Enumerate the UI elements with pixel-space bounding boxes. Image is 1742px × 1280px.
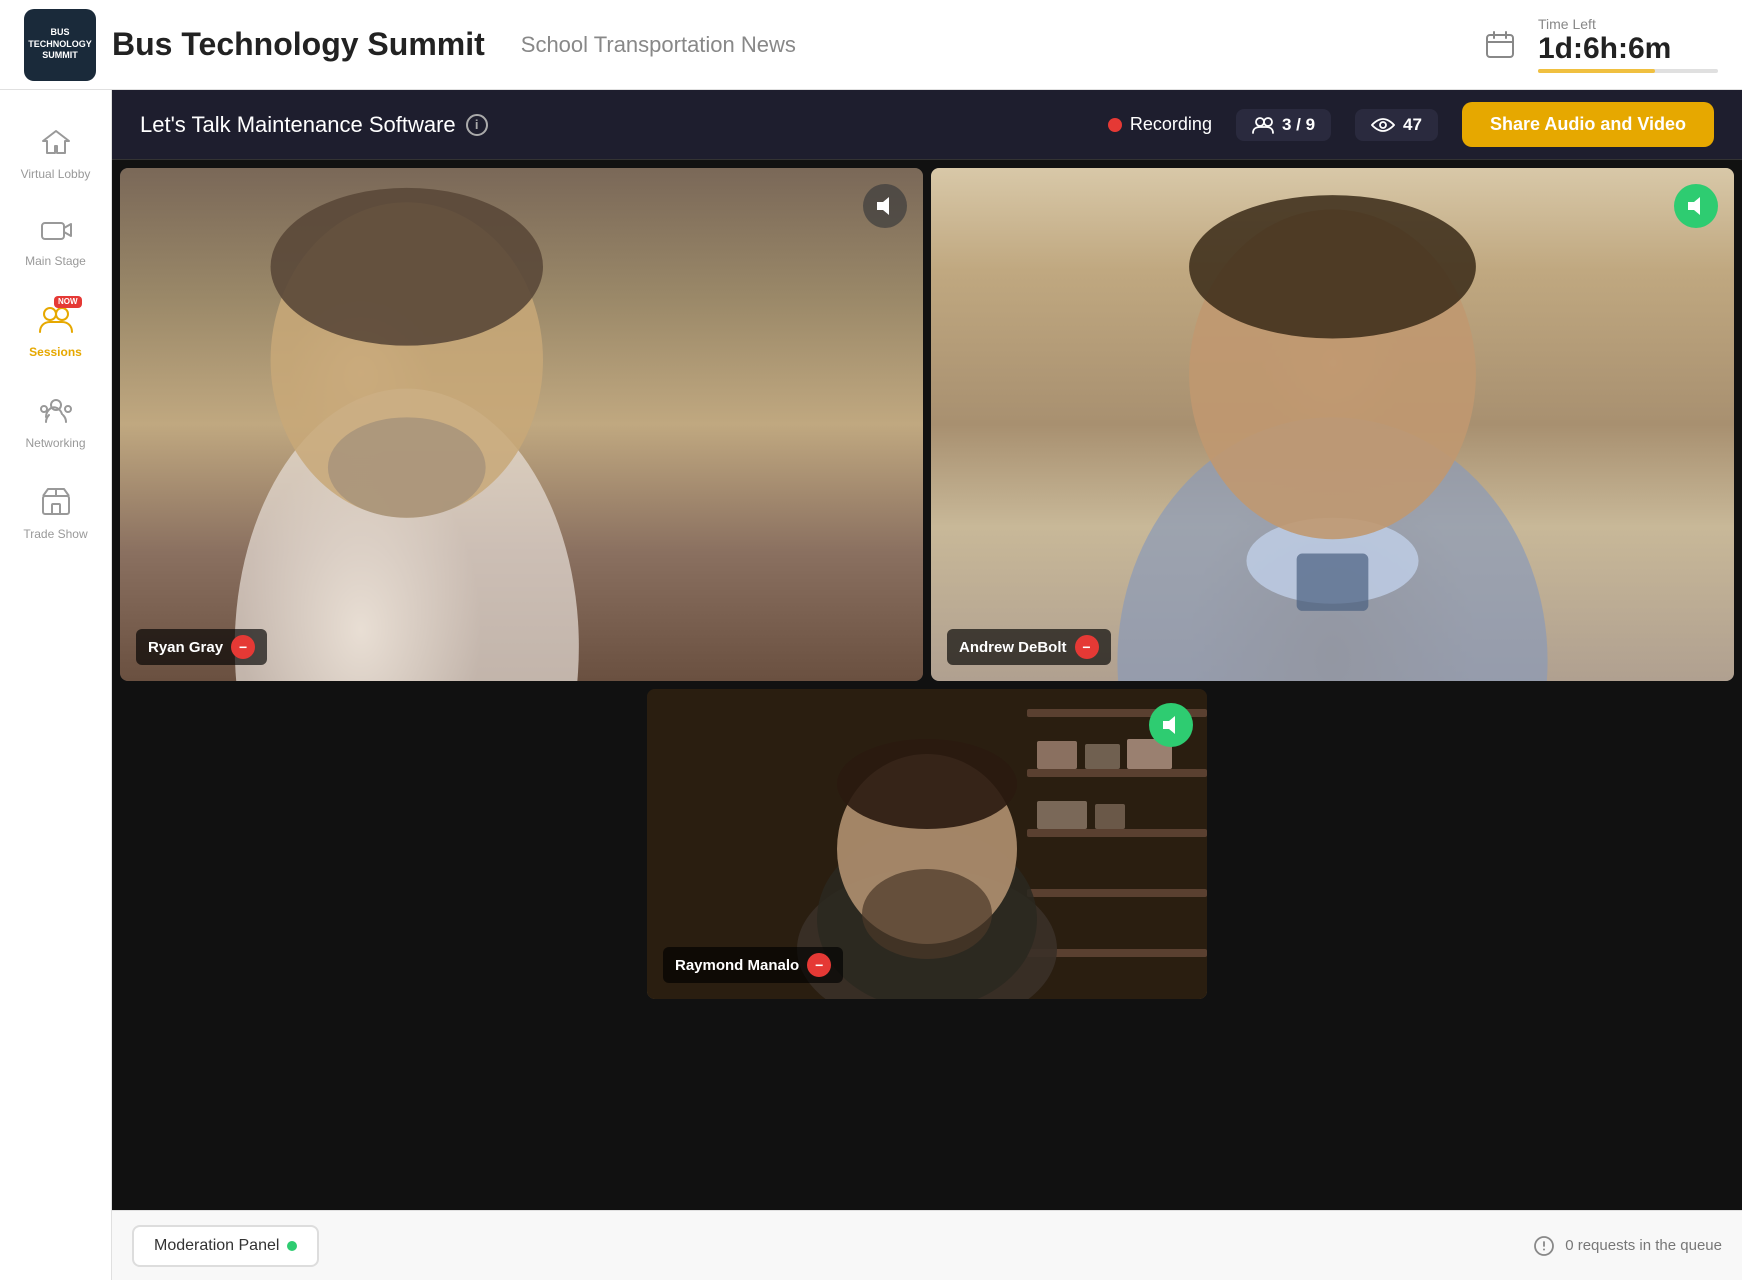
andrew-debolt-name: Andrew DeBolt [959,639,1067,656]
moderation-panel-button[interactable]: Moderation Panel [132,1225,319,1267]
attendees-count: 3 / 9 [1282,115,1315,135]
ryan-gray-mute-btn[interactable]: − [231,635,255,659]
sidebar: Virtual Lobby Main Stage NOW Sessions [0,90,112,1280]
video-tile-ryan-gray: Ryan Gray − [120,168,923,681]
video-background-1 [120,168,923,681]
logo-line-2: TECHNOLOGY [28,39,92,51]
eye-icon [1371,117,1395,133]
logo-line-1: BUS [50,27,69,39]
queue-icon [1533,1235,1555,1257]
header-right: Time Left 1d:6h:6m [1478,16,1718,73]
top-header: BUS TECHNOLOGY SUMMIT Bus Technology Sum… [0,0,1742,90]
session-title-text: Let's Talk Maintenance Software [140,112,456,138]
speaker-label-andrew-debolt: Andrew DeBolt − [947,629,1111,665]
recording-badge: Recording [1108,114,1212,135]
time-progress-bar [1538,69,1718,73]
bottom-bar: Moderation Panel 0 requests in the queue [112,1210,1742,1280]
video-tile-raymond-manalo: Raymond Manalo − [647,689,1207,999]
content-area: Let's Talk Maintenance Software i Record… [112,90,1742,1280]
camera-icon [40,217,72,248]
session-header: Let's Talk Maintenance Software i Record… [112,90,1742,160]
queue-info-text: 0 requests in the queue [1565,1237,1722,1254]
sidebar-item-main-stage[interactable]: Main Stage [0,199,111,286]
sidebar-label-networking: Networking [25,436,85,450]
app-logo: BUS TECHNOLOGY SUMMIT [24,9,96,81]
sidebar-item-sessions[interactable]: NOW Sessions [0,286,111,377]
queue-info: 0 requests in the queue [1533,1235,1722,1257]
video-tile-andrew-debolt: Andrew DeBolt − [931,168,1734,681]
trade-show-icon [40,486,72,521]
attendees-badge: 3 / 9 [1236,109,1331,141]
time-left-label: Time Left [1538,16,1596,32]
now-badge: NOW [54,296,82,308]
views-count: 47 [1403,115,1422,135]
home-icon [41,128,71,161]
people-icon [1252,116,1274,134]
views-badge: 47 [1355,109,1438,141]
sidebar-item-virtual-lobby[interactable]: Virtual Lobby [0,110,111,199]
logo-line-3: SUMMIT [42,50,78,62]
calendar-icon[interactable] [1478,23,1522,67]
time-progress-fill [1538,69,1655,73]
time-left-value: 1d:6h:6m [1538,32,1671,65]
audio-indicator-raymond-manalo[interactable] [1149,703,1193,747]
recording-dot [1108,118,1122,132]
sidebar-item-networking[interactable]: Networking [0,377,111,468]
sidebar-label-virtual-lobby: Virtual Lobby [21,167,91,181]
main-layout: Virtual Lobby Main Stage NOW Sessions [0,90,1742,1280]
audio-indicator-ryan-gray[interactable] [863,184,907,228]
time-left-block: Time Left 1d:6h:6m [1538,16,1718,73]
sidebar-label-sessions: Sessions [29,345,82,359]
networking-icon [40,395,72,430]
app-subtitle: School Transportation News [521,32,796,58]
video-grid: Ryan Gray − [112,160,1742,1210]
info-icon[interactable]: i [466,114,488,136]
sidebar-item-trade-show[interactable]: Trade Show [0,468,111,559]
sidebar-label-main-stage: Main Stage [25,254,86,268]
logo-area: BUS TECHNOLOGY SUMMIT Bus Technology Sum… [24,9,796,81]
speaker-label-ryan-gray: Ryan Gray − [136,629,267,665]
andrew-debolt-mute-btn[interactable]: − [1075,635,1099,659]
moderation-panel-label: Moderation Panel [154,1237,279,1255]
sidebar-label-trade-show: Trade Show [23,527,87,541]
green-dot [287,1241,297,1251]
video-background-2 [931,168,1734,681]
speaker-label-raymond-manalo: Raymond Manalo − [663,947,843,983]
ryan-gray-name: Ryan Gray [148,639,223,656]
session-title: Let's Talk Maintenance Software i [140,112,488,138]
recording-label: Recording [1130,114,1212,135]
sessions-icon: NOW [38,304,74,339]
raymond-manalo-name: Raymond Manalo [675,957,799,974]
audio-indicator-andrew-debolt[interactable] [1674,184,1718,228]
share-audio-video-button[interactable]: Share Audio and Video [1462,102,1714,147]
app-title: Bus Technology Summit [112,26,485,63]
raymond-manalo-mute-btn[interactable]: − [807,953,831,977]
